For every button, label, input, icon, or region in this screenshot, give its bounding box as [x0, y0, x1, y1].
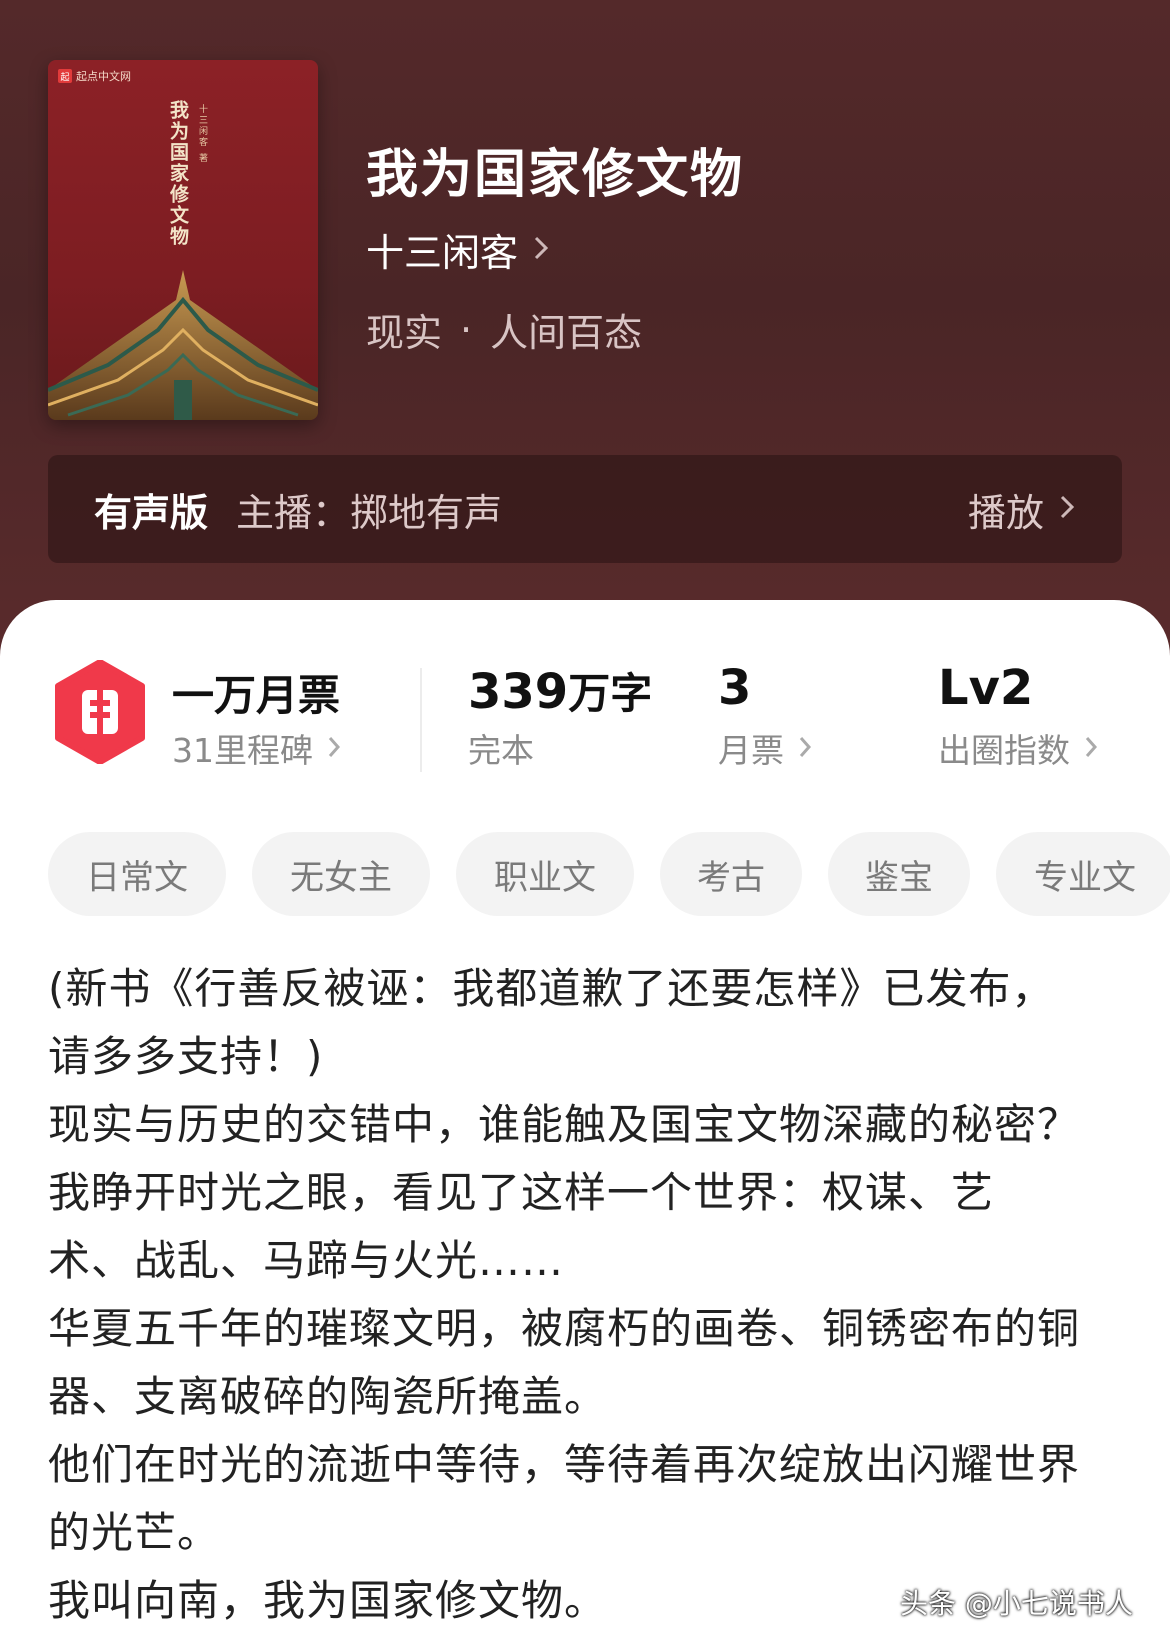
monthly-votes-value: 3	[718, 660, 752, 716]
chevron-right-icon	[798, 729, 812, 768]
description-line: 现实与历史的交错中，谁能触及国宝文物深藏的秘密？	[48, 1100, 1081, 1149]
description-line: 华夏五千年的璀璨文明，被腐朽的画卷、铜锈密布的铜	[48, 1304, 1081, 1353]
monthly-votes-label: 月票	[718, 731, 784, 770]
author-name: 十三闲客	[366, 231, 519, 275]
book-description: (新书《行善反被诬：我都道歉了还要怎样》已发布， 请多多支持！) 现实与历史的交…	[48, 955, 1128, 1635]
word-count: 339万字	[468, 660, 652, 721]
tag-chip[interactable]: 考古	[660, 832, 802, 916]
ticket-title: 一万月票	[172, 671, 341, 720]
description-line: 我睁开时光之眼，看见了这样一个世界：权谋、艺	[48, 1168, 995, 1217]
description-line: 器、支离破碎的陶瓷所掩盖。	[48, 1372, 608, 1421]
popularity-level: Lv2	[938, 660, 1034, 716]
tag-chip[interactable]: 日常文	[48, 832, 226, 916]
milestone-link[interactable]: 31里程碑	[172, 724, 341, 772]
milestone-label: 31里程碑	[172, 731, 313, 770]
cover-brand-name: 起点中文网	[76, 70, 131, 83]
chevron-right-icon	[1084, 729, 1098, 768]
audio-version-label: 有声版	[94, 490, 209, 535]
tag-chip[interactable]: 职业文	[456, 832, 634, 916]
tag-chip[interactable]: 鉴宝	[828, 832, 970, 916]
play-button[interactable]: 播放	[968, 482, 1076, 537]
monthly-ticket-badge-icon	[54, 659, 146, 768]
monthly-votes-link[interactable]: 月票	[718, 724, 812, 772]
description-line: 的光芒。	[48, 1508, 221, 1557]
play-label: 播放	[967, 490, 1044, 535]
stats-row: 一万月票 31里程碑 339万字 完本 3 月票 Lv2 出圈指数	[0, 659, 1170, 780]
chevron-right-icon	[532, 228, 550, 272]
cover-brand: 起 起点中文网	[58, 68, 131, 84]
description-line: 他们在时光的流逝中等待，等待着再次绽放出闪耀世界	[48, 1440, 1081, 1489]
stats-divider	[420, 668, 422, 772]
book-title: 我为国家修文物	[366, 145, 745, 205]
completion-status: 完本	[468, 731, 534, 770]
qidian-logo-icon: 起	[58, 69, 72, 83]
tag-list: 日常文 无女主 职业文 考古 鉴宝 专业文	[48, 832, 1170, 916]
tag-chip[interactable]: 无女主	[252, 832, 430, 916]
palace-roof-icon	[48, 270, 318, 420]
popularity-index-link[interactable]: 出圈指数	[938, 724, 1098, 772]
genre-separator: ·	[460, 307, 473, 352]
watermark: 头条 @小七说书人	[900, 1587, 1133, 1620]
description-line: (新书《行善反被诬：我都道歉了还要怎样》已发布，	[48, 964, 1055, 1013]
subgenre[interactable]: 人间百态	[490, 302, 642, 357]
chevron-right-icon	[1058, 487, 1076, 531]
book-cover[interactable]: 起 起点中文网 我为国家修文物 十三闲客 著	[48, 60, 318, 420]
book-detail-card: 一万月票 31里程碑 339万字 完本 3 月票 Lv2 出圈指数 日常文 无女…	[0, 600, 1170, 1640]
description-line: 请多多支持！)	[48, 1032, 324, 1081]
tag-chip[interactable]: 专业文	[996, 832, 1170, 916]
genre-line: 现实 · 人间百态	[366, 302, 642, 357]
book-header: 起 起点中文网 我为国家修文物 十三闲客 著 我为国家修文物 十三闲客 现实 ·…	[0, 0, 1170, 660]
cover-title: 我为国家修文物	[167, 100, 189, 247]
genre[interactable]: 现实	[366, 302, 442, 357]
word-count-value: 339	[468, 664, 569, 720]
author-link[interactable]: 十三闲客	[366, 222, 550, 277]
word-count-unit: 万字	[568, 669, 653, 718]
popularity-index-label: 出圈指数	[938, 731, 1070, 770]
description-line: 术、战乱、马蹄与火光……	[48, 1236, 565, 1285]
cover-author: 十三闲客 著	[197, 104, 207, 164]
chevron-right-icon	[327, 729, 341, 768]
audio-version-bar[interactable]: 有声版 主播：掷地有声 播放	[48, 455, 1122, 563]
audio-host: 主播：掷地有声	[236, 490, 503, 535]
